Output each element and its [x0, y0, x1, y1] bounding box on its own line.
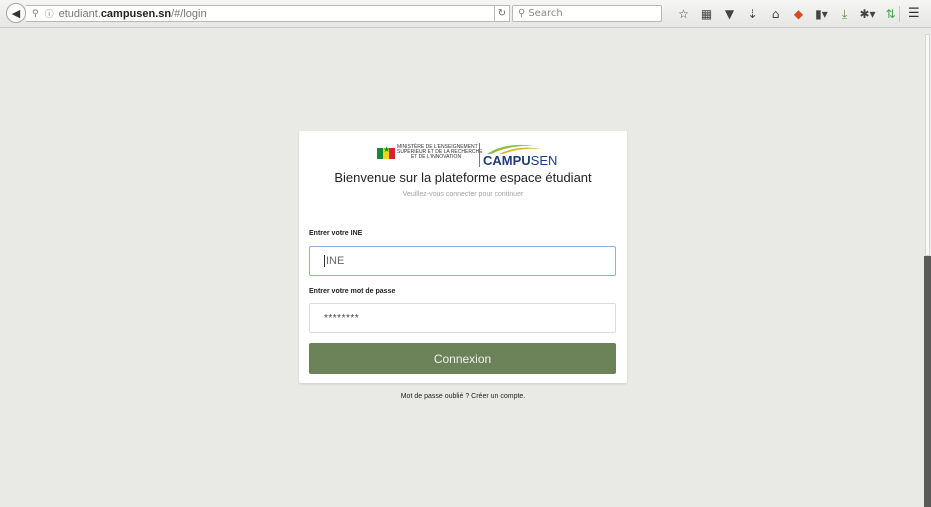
footer-links: Mot de passe oublié ? Créer un compte.	[299, 393, 627, 400]
logo-row: MINISTÈRE DE L'ENSEIGNEMENT SUPÉRIEUR ET…	[377, 139, 577, 168]
brand-light: SEN	[530, 153, 558, 168]
logo-divider	[479, 143, 480, 167]
ine-input[interactable]: INE	[309, 246, 616, 276]
senegal-flag-icon	[377, 145, 395, 159]
forgot-password-link[interactable]: Mot de passe oublié ?	[401, 393, 470, 400]
password-value: ********	[324, 312, 360, 324]
scrollbar-thumb[interactable]	[925, 34, 930, 256]
search-bar[interactable]: ⚲ Search	[512, 5, 662, 22]
ine-label: Entrer votre INE	[309, 230, 363, 237]
pocket-icon[interactable]: ▼	[718, 6, 741, 22]
login-button[interactable]: Connexion	[309, 343, 616, 374]
library-icon[interactable]: ▮▾	[810, 6, 833, 22]
home-icon[interactable]: ⌂	[764, 6, 787, 22]
page-title: Bienvenue sur la plateforme espace étudi…	[334, 170, 592, 185]
brand-bold: CAMPU	[483, 153, 531, 168]
bookmark-star-icon[interactable]: ☆	[672, 6, 695, 22]
browser-toolbar: ◀ ⚲ ⓘ etudiant.campusen.sn/#/login ⚲ Sea…	[0, 0, 931, 28]
toolbar-divider	[899, 6, 900, 22]
password-input[interactable]: ********	[309, 303, 616, 333]
page-edge	[924, 256, 931, 507]
page-subtitle: Veuillez-vous connecter pour continuer	[402, 191, 524, 198]
search-placeholder: Search	[528, 8, 563, 19]
ine-placeholder: INE	[326, 255, 345, 267]
menu-icon[interactable]: ☰	[908, 6, 920, 22]
reading-list-icon[interactable]: ▦	[695, 6, 718, 22]
back-arrow-icon[interactable]: ◀	[6, 3, 26, 23]
extension-icon[interactable]: ◆	[787, 6, 810, 22]
ministry-logo-text: MINISTÈRE DE L'ENSEIGNEMENT SUPÉRIEUR ET…	[397, 144, 483, 160]
download-icon[interactable]: ⇣	[741, 6, 764, 22]
campusen-logo: CAMPUSEN	[483, 143, 557, 168]
toolbar-icons: ☆ ▦ ▼ ⇣ ⌂ ◆ ▮▾ ⤓ ✱▾ ⇅	[672, 6, 902, 22]
search-icon: ⚲	[518, 8, 526, 19]
translate-icon[interactable]: ✱▾	[856, 6, 879, 22]
login-card: MINISTÈRE DE L'ENSEIGNEMENT SUPÉRIEUR ET…	[299, 131, 627, 383]
password-label: Entrer votre mot de passe	[309, 288, 396, 295]
save-icon[interactable]: ⤓	[833, 6, 856, 22]
create-account-link[interactable]: Créer un compte.	[471, 393, 525, 400]
url-text[interactable]: etudiant.campusen.sn/#/login	[59, 8, 207, 20]
info-icon[interactable]: ⓘ	[45, 7, 54, 20]
reload-icon[interactable]: ↻	[494, 5, 510, 22]
text-caret	[324, 255, 325, 267]
address-bar[interactable]: ⚲ ⓘ etudiant.campusen.sn/#/login	[26, 5, 510, 22]
key-icon[interactable]: ⚲	[32, 9, 39, 19]
